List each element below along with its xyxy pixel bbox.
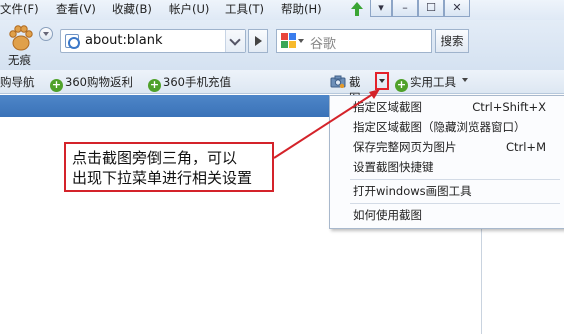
search-button[interactable]: 搜索 [435,29,469,53]
screenshot-dropdown-menu: 指定区域截图 Ctrl+Shift+X 指定区域截图（隐藏浏览器窗口） 保存完整… [329,95,564,229]
search-input[interactable]: 谷歌 [310,33,336,52]
upgrade-arrow-icon[interactable] [350,1,364,17]
address-bar[interactable]: about:blank [60,29,246,53]
menu-item-how-to-use[interactable]: 如何使用截图 [330,206,564,225]
page-icon [65,34,80,49]
menu-help[interactable]: 帮助(H) [281,1,322,18]
menu-item-save-full-page[interactable]: 保存完整网页为图片 Ctrl+M [330,138,564,157]
plus-icon: + [395,78,408,92]
fav-item-nav[interactable]: 购导航 [0,74,35,90]
plus-icon: + [50,78,63,92]
menu-bar: 文件(F) 查看(V) 收藏(B) 帐户(U) 工具(T) 帮助(H) ▾ – … [0,0,564,20]
menu-item-label: 保存完整网页为图片 [353,140,457,154]
menu-account[interactable]: 帐户(U) [169,1,209,18]
utility-tools-label: 实用工具 [410,75,456,89]
menu-item-open-paint[interactable]: 打开windows画图工具 [330,182,564,201]
annotation-callout: 点击截图旁倒三角，可以 出现下拉菜单进行相关设置 [64,142,274,192]
fav-item-label: 360购物返利 [65,75,133,89]
go-button[interactable] [248,29,268,53]
close-button[interactable]: ✕ [444,0,470,17]
menu-tools[interactable]: 工具(T) [225,1,264,18]
engine-dropdown-icon[interactable] [298,39,304,46]
incognito-dropdown-icon[interactable] [39,27,53,41]
minimize-icon: – [402,1,408,14]
favorites-bar: 购导航 +360购物返利 +360手机充值 截图 +实用工具 [0,70,564,105]
fav-item-shopping[interactable]: +360购物返利 [50,74,133,92]
chevron-down-icon: ▾ [378,1,384,14]
menu-item-label: 指定区域截图 [353,100,422,114]
menu-item-label: 设置截图快捷键 [353,160,434,174]
address-dropdown-icon[interactable] [225,30,245,52]
maximize-icon: ☐ [426,1,436,14]
menu-item-set-shortcut[interactable]: 设置截图快捷键 [330,158,564,177]
menu-dropdown-button[interactable]: ▾ [370,0,392,17]
address-input[interactable]: about:blank [85,33,163,48]
fav-item-label: 360手机充值 [163,75,231,89]
menu-separator [350,203,560,204]
menu-file[interactable]: 文件(F) [0,1,39,18]
paw-icon[interactable] [6,24,36,52]
screenshot-dropdown-button[interactable] [375,72,389,90]
maximize-button[interactable]: ☐ [418,0,444,17]
menu-item-label: 指定区域截图（隐藏浏览器窗口） [353,120,526,134]
menu-item-shortcut: Ctrl+Shift+X [472,100,546,114]
fav-item-recharge[interactable]: +360手机充值 [148,74,231,92]
menu-separator [350,179,560,180]
menu-view[interactable]: 查看(V) [56,1,96,18]
menu-item-shortcut: Ctrl+M [505,140,546,154]
menu-item-region-screenshot[interactable]: 指定区域截图 Ctrl+Shift+X [330,98,564,117]
incognito-label[interactable]: 无痕 [8,52,31,68]
menu-favorites[interactable]: 收藏(B) [112,1,152,18]
close-icon: ✕ [452,1,462,14]
google-icon[interactable] [281,33,297,49]
annotation-line: 点击截图旁倒三角，可以 [72,149,238,167]
address-toolbar: 无痕 about:blank 谷歌 搜索 [0,20,564,70]
annotation-line: 出现下拉菜单进行相关设置 [72,169,253,187]
scissors-icon [330,75,346,88]
minimize-button[interactable]: – [392,0,418,17]
search-box[interactable]: 谷歌 [276,29,432,53]
utility-tools[interactable]: + 实用工具 [395,74,468,92]
menu-item-label: 打开windows画图工具 [353,184,472,198]
chevron-down-icon [462,78,468,85]
plus-icon: + [148,78,161,92]
menu-item-region-screenshot-hidden[interactable]: 指定区域截图（隐藏浏览器窗口） [330,118,564,137]
menu-item-label: 如何使用截图 [353,208,422,222]
